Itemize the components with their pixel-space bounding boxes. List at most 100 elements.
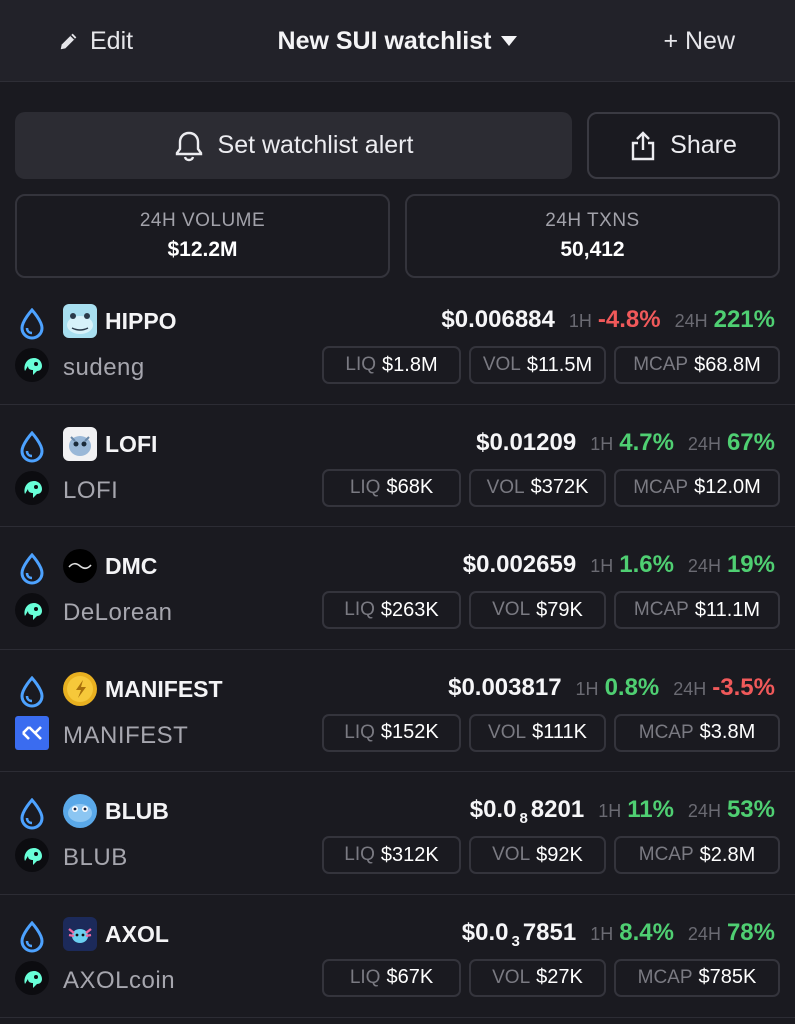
price-line: $0.0 3 7851 1H 8.4% 24H 78% (462, 919, 775, 950)
liq-value: $263K (380, 598, 439, 621)
hippo-icon (63, 304, 97, 338)
label-1h: 1H (575, 678, 599, 699)
mcap-value: $3.8M (699, 721, 756, 744)
sui-chain-icon (20, 430, 44, 463)
volume-stat: 24H VOLUME $12.2M (15, 194, 390, 278)
change-1h: -4.8% (597, 306, 661, 333)
price-line: $0.01209 1H 4.7% 24H 67% (476, 429, 775, 457)
liq-value: $68K (386, 476, 434, 499)
token-row-dmc[interactable]: DMC DeLorean $0.002659 1H 1.6% 24H 19% L… (0, 527, 795, 650)
vol-value: $111K (532, 721, 587, 744)
change-24h: 19% (726, 551, 775, 579)
liquidity-chip: LIQ $263K (322, 591, 461, 630)
label-24h: 24H (674, 311, 708, 331)
price-zero-count: 8 (519, 810, 528, 828)
token-symbol: MANIFEST (105, 675, 223, 702)
metric-chips: LIQ $1.8M VOL $11.5M MCAP $68.8M (322, 346, 780, 384)
metric-chips: LIQ $263K VOL $79K MCAP $11.1M (322, 591, 780, 630)
token-row-hippo[interactable]: HIPPO sudeng $0.006884 1H -4.8% 24H 221%… (0, 282, 795, 405)
label-24h: 24H (687, 801, 721, 822)
liq-label: LIQ (344, 599, 375, 621)
token-row-blub[interactable]: BLUB BLUB $0.0 8 8201 1H 11% 24H 53% LIQ $3… (0, 772, 795, 895)
cetus-icon (15, 348, 49, 382)
liquidity-chip: LIQ $152K (322, 713, 461, 752)
mcap-value: $12.0M (694, 476, 761, 499)
share-icon (630, 130, 656, 161)
vol-label: VOL (482, 354, 521, 375)
mcap-chip: MCAP $68.8M (614, 346, 780, 384)
metric-chips: LIQ $68K VOL $372K MCAP $12.0M (322, 468, 780, 507)
blub-icon (63, 794, 97, 829)
mcap-value: $785K (698, 966, 757, 989)
volume-chip: VOL $372K (469, 468, 606, 507)
mcap-label: MCAP (638, 844, 694, 866)
change-24h: 53% (726, 796, 775, 824)
label-24h: 24H (687, 556, 721, 577)
token-symbol: BLUB (105, 798, 169, 825)
top-bar: Edit New SUI watchlist + New (0, 0, 795, 82)
action-bar: Set watchlist alert Share (15, 112, 780, 179)
price-line: $0.003817 1H 0.8% 24H -3.5% (448, 674, 775, 702)
sui-chain-icon (20, 798, 44, 830)
change-24h: 78% (726, 918, 775, 946)
token-symbol: DMC (105, 553, 158, 580)
change-1h: 1.6% (619, 551, 674, 579)
axol-icon (63, 916, 97, 951)
edit-button[interactable]: Edit (58, 0, 133, 82)
liquidity-chip: LIQ $1.8M (322, 346, 461, 384)
vol-value: $11.5M (526, 353, 593, 376)
liquidity-chip: LIQ $67K (322, 958, 461, 997)
price-line: $0.002659 1H 1.6% 24H 19% (463, 551, 775, 579)
mcap-label: MCAP (637, 966, 693, 988)
token-name: LOFI (63, 476, 119, 504)
txns-stat: 24H TXNS 50,412 (405, 194, 780, 278)
liq-label: LIQ (344, 721, 375, 743)
mcap-chip: MCAP $785K (614, 958, 780, 997)
liq-value: $312K (380, 843, 439, 866)
liq-label: LIQ (344, 844, 375, 866)
metric-chips: LIQ $152K VOL $111K MCAP $3.8M (322, 713, 780, 752)
dmc-icon (63, 549, 97, 584)
watchlist-title-button[interactable]: New SUI watchlist (278, 27, 518, 56)
mcap-label: MCAP (633, 599, 689, 621)
stats-panel: 24H VOLUME $12.2M 24H TXNS 50,412 (15, 194, 780, 278)
vol-label: VOL (492, 844, 531, 866)
mcap-chip: MCAP $11.1M (614, 591, 780, 630)
token-price: $0.002659 (462, 551, 577, 579)
liquidity-chip: LIQ $312K (322, 836, 461, 875)
volume-chip: VOL $11.5M (469, 346, 606, 384)
new-label: + New (663, 26, 735, 55)
token-symbol: LOFI (105, 430, 158, 457)
change-1h: 8.4% (619, 918, 674, 946)
cetus-icon (15, 960, 49, 995)
liq-value: $152K (380, 721, 439, 744)
label-24h: 24H (673, 678, 707, 699)
volume-value: $12.2M (167, 238, 238, 261)
edit-label: Edit (90, 26, 134, 55)
liquidity-chip: LIQ $68K (322, 468, 461, 507)
vol-label: VOL (492, 966, 531, 988)
sui-chain-icon (20, 553, 44, 585)
token-row-lofi[interactable]: LOFI LOFI $0.01209 1H 4.7% 24H 67% LIQ $6… (0, 405, 795, 528)
new-watchlist-button[interactable]: + New (663, 0, 735, 82)
change-24h: -3.5% (712, 673, 775, 701)
sui-chain-icon (20, 675, 44, 708)
liq-value: $1.8M (382, 353, 438, 376)
cetus-icon (15, 838, 49, 873)
cetus-icon (15, 593, 49, 628)
mcap-chip: MCAP $12.0M (614, 468, 780, 507)
token-row-manifest[interactable]: MANIFEST MANIFEST $0.003817 1H 0.8% 24H … (0, 650, 795, 773)
token-row-axol[interactable]: AXOL AXOLcoin $0.0 3 7851 1H 8.4% 24H 78% … (0, 895, 795, 1018)
mcap-label: MCAP (633, 476, 689, 498)
token-price: $0.0 8 8201 (469, 796, 585, 828)
set-alert-button[interactable]: Set watchlist alert (15, 112, 572, 179)
share-button[interactable]: Share (587, 112, 780, 179)
change-24h: 221% (713, 306, 775, 333)
vol-value: $27K (536, 966, 583, 989)
lofi-icon (63, 426, 97, 461)
volume-chip: VOL $27K (469, 958, 606, 997)
vol-label: VOL (488, 721, 527, 743)
mcap-label: MCAP (638, 721, 694, 743)
txns-value: 50,412 (560, 238, 625, 261)
change-1h: 11% (627, 796, 674, 824)
